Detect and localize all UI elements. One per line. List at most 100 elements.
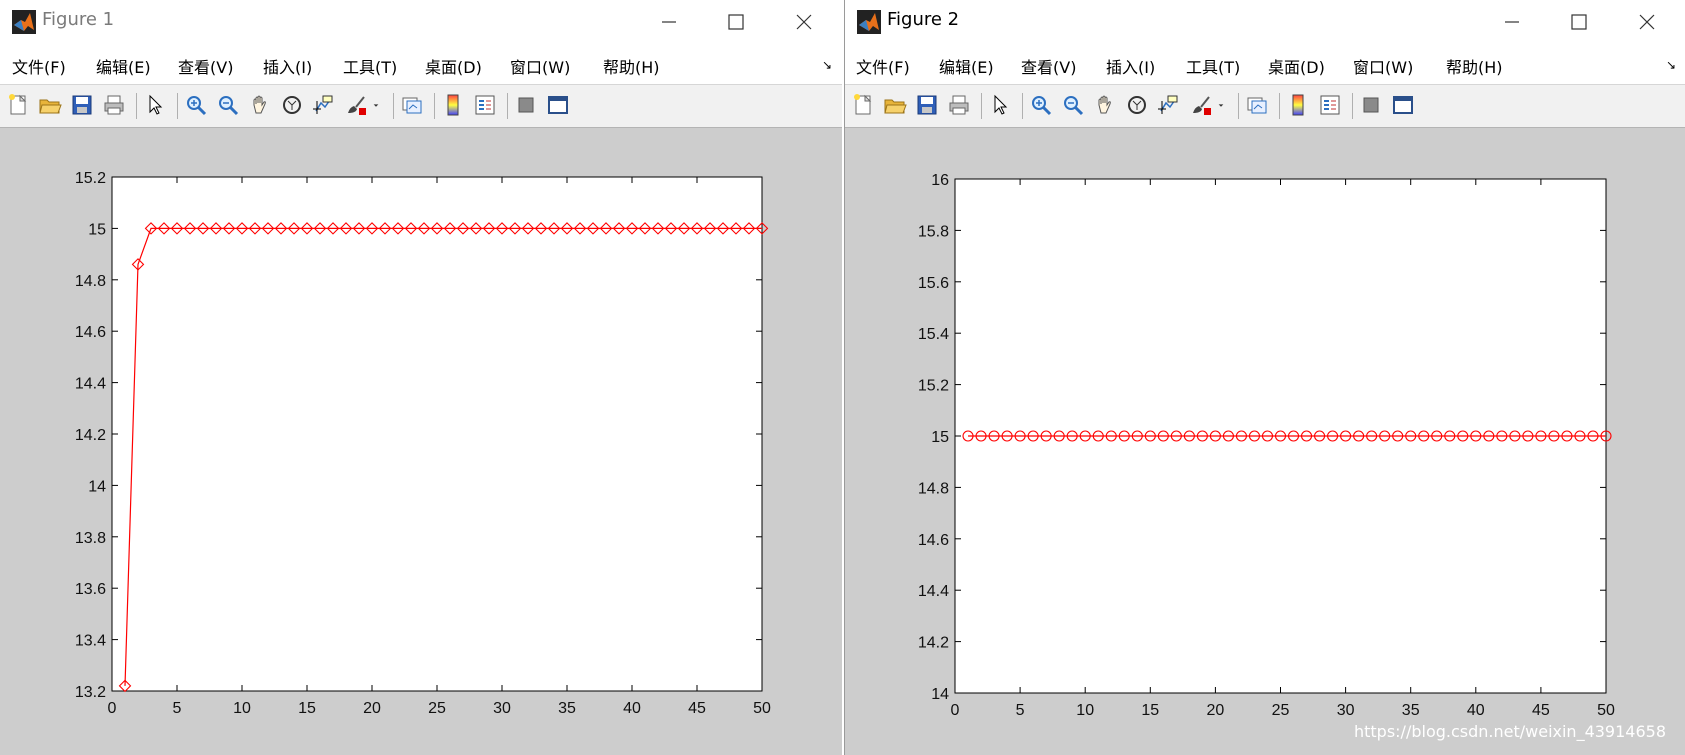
menu-help[interactable]: 帮助(H) bbox=[603, 54, 660, 78]
minimize-button[interactable] bbox=[640, 2, 696, 42]
edit-pointer-icon[interactable] bbox=[143, 93, 167, 117]
hide-plot-tools-icon[interactable] bbox=[514, 93, 538, 117]
menu-desktop[interactable]: 桌面(D) bbox=[425, 54, 482, 78]
menu-tools[interactable]: 工具(T) bbox=[1186, 54, 1240, 78]
menu-help[interactable]: 帮助(H) bbox=[1446, 54, 1503, 78]
menu-insert[interactable]: 插入(I) bbox=[263, 54, 312, 78]
link-plot-icon[interactable] bbox=[400, 93, 424, 117]
pan-hand-icon[interactable] bbox=[1093, 93, 1117, 117]
zoom-out-icon[interactable] bbox=[1061, 93, 1085, 117]
link-plot-icon[interactable] bbox=[1245, 93, 1269, 117]
matlab-icon bbox=[857, 10, 881, 34]
matlab-icon bbox=[12, 10, 36, 34]
y-tick-label: 14.6 bbox=[75, 324, 106, 341]
x-tick-label: 45 bbox=[688, 700, 706, 717]
y-tick-label: 15.2 bbox=[918, 378, 949, 395]
menu-insert[interactable]: 插入(I) bbox=[1106, 54, 1155, 78]
y-tick-label: 15.8 bbox=[918, 223, 949, 240]
menu-tools[interactable]: 工具(T) bbox=[343, 54, 397, 78]
title-bar[interactable]: Figure 1 bbox=[0, 0, 842, 42]
colorbar-icon[interactable] bbox=[1286, 93, 1310, 117]
y-tick-label: 13.6 bbox=[75, 581, 106, 598]
figure-2-axes[interactable]: 0 5 10 15 20 25 30 35 40 45 50 14 14.2 14.4 14.6 14.8 15… bbox=[845, 127, 1685, 755]
x-tick-label: 20 bbox=[1207, 702, 1225, 719]
plot-area bbox=[111, 176, 763, 692]
data-cursor-icon[interactable] bbox=[1157, 93, 1181, 117]
x-tick-label: 25 bbox=[1272, 702, 1290, 719]
y-tick-label: 14.2 bbox=[918, 635, 949, 652]
zoom-in-icon[interactable] bbox=[1029, 93, 1053, 117]
menu-window[interactable]: 窗口(W) bbox=[1353, 54, 1413, 78]
toolbar-separator bbox=[507, 93, 508, 119]
menu-file[interactable]: 文件(F) bbox=[856, 54, 910, 78]
new-figure-icon[interactable] bbox=[851, 93, 875, 117]
dock-arrow-icon[interactable]: ↘ bbox=[1666, 58, 1676, 72]
brush-icon[interactable] bbox=[1189, 93, 1213, 117]
x-tick-label: 50 bbox=[753, 700, 771, 717]
rotate-3d-icon[interactable] bbox=[1125, 93, 1149, 117]
x-tick-label: 50 bbox=[1597, 702, 1615, 719]
edit-pointer-icon[interactable] bbox=[988, 93, 1012, 117]
toolbar-separator bbox=[1279, 93, 1280, 119]
toolbar-separator bbox=[981, 93, 982, 119]
y-tick-label: 14.6 bbox=[918, 532, 949, 549]
open-file-icon[interactable] bbox=[38, 93, 62, 117]
menu-window[interactable]: 窗口(W) bbox=[510, 54, 570, 78]
y-tick-label: 13.4 bbox=[75, 633, 106, 650]
menu-view[interactable]: 查看(V) bbox=[178, 54, 233, 78]
figure-toolbar bbox=[845, 84, 1685, 128]
colorbar-icon[interactable] bbox=[441, 93, 465, 117]
legend-icon[interactable] bbox=[1318, 93, 1342, 117]
toolbar-separator bbox=[136, 93, 137, 119]
toolbar-separator bbox=[1238, 93, 1239, 119]
zoom-in-icon[interactable] bbox=[184, 93, 208, 117]
x-tick-label: 5 bbox=[173, 700, 182, 717]
hide-plot-tools-icon[interactable] bbox=[1359, 93, 1383, 117]
toolbar-separator bbox=[1022, 93, 1023, 119]
open-file-icon[interactable] bbox=[883, 93, 907, 117]
close-button[interactable] bbox=[776, 2, 832, 42]
menu-bar: 文件(F) 编辑(E) 查看(V) 插入(I) 工具(T) 桌面(D) 窗口(W… bbox=[0, 42, 842, 84]
print-icon[interactable] bbox=[102, 93, 126, 117]
minimize-button[interactable] bbox=[1483, 2, 1539, 42]
save-icon[interactable] bbox=[70, 93, 94, 117]
legend-icon[interactable] bbox=[473, 93, 497, 117]
menu-desktop[interactable]: 桌面(D) bbox=[1268, 54, 1325, 78]
zoom-out-icon[interactable] bbox=[216, 93, 240, 117]
save-icon[interactable] bbox=[915, 93, 939, 117]
menu-file[interactable]: 文件(F) bbox=[12, 54, 66, 78]
toolbar-separator bbox=[434, 93, 435, 119]
y-tick-label: 14.8 bbox=[918, 480, 949, 497]
brush-icon[interactable] bbox=[344, 93, 368, 117]
x-tick-label: 25 bbox=[428, 700, 446, 717]
x-tick-label: 0 bbox=[108, 700, 117, 717]
figure-1-window: Figure 1 文件(F) 编辑(E) 查看(V) 插入(I) 工具(T) 桌… bbox=[0, 0, 842, 755]
dock-arrow-icon[interactable]: ↘ bbox=[822, 58, 832, 72]
x-tick-label: 0 bbox=[951, 702, 960, 719]
show-plot-tools-icon[interactable] bbox=[1391, 93, 1415, 117]
x-tick-label: 20 bbox=[363, 700, 381, 717]
y-tick-label: 14.2 bbox=[75, 427, 106, 444]
pan-hand-icon[interactable] bbox=[248, 93, 272, 117]
x-tick-label: 5 bbox=[1016, 702, 1025, 719]
close-button[interactable] bbox=[1619, 2, 1675, 42]
print-icon[interactable] bbox=[947, 93, 971, 117]
data-cursor-icon[interactable] bbox=[312, 93, 336, 117]
figure-1-axes[interactable]: 0 5 10 15 20 25 30 35 40 45 50 13.2 13.4 13.6 13.8 14 14… bbox=[0, 127, 842, 755]
title-bar[interactable]: Figure 2 bbox=[845, 0, 1685, 42]
maximize-button[interactable] bbox=[708, 2, 764, 42]
maximize-button[interactable] bbox=[1551, 2, 1607, 42]
watermark: https://blog.csdn.net/weixin_43914658 bbox=[1353, 722, 1666, 741]
x-tick-label: 30 bbox=[1337, 702, 1355, 719]
x-tick-label: 40 bbox=[1467, 702, 1485, 719]
menu-edit[interactable]: 编辑(E) bbox=[96, 54, 151, 78]
show-plot-tools-icon[interactable] bbox=[546, 93, 570, 117]
menu-edit[interactable]: 编辑(E) bbox=[939, 54, 994, 78]
dropdown-arrow-icon[interactable] bbox=[369, 93, 383, 117]
new-figure-icon[interactable] bbox=[6, 93, 30, 117]
x-tick-label: 45 bbox=[1532, 702, 1550, 719]
dropdown-arrow-icon[interactable] bbox=[1214, 93, 1228, 117]
menu-view[interactable]: 查看(V) bbox=[1021, 54, 1076, 78]
rotate-3d-icon[interactable] bbox=[280, 93, 304, 117]
y-tick-label: 14 bbox=[88, 478, 106, 495]
